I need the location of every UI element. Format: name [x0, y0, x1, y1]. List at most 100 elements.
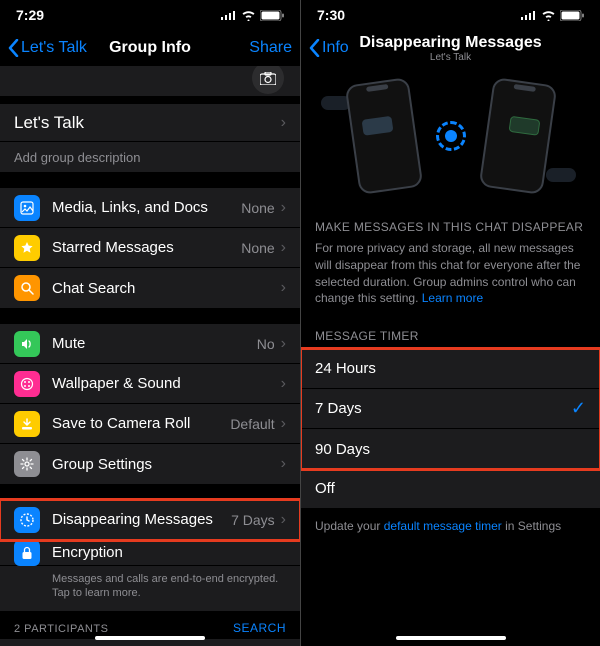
chevron-left-icon — [309, 39, 320, 57]
footer-note: Update your default message timer in Set… — [301, 509, 600, 543]
timer-option-7d[interactable]: 7 Days ✓ — [301, 389, 600, 429]
wifi-icon — [241, 10, 256, 21]
save-value: Default — [230, 416, 274, 432]
checkmark-icon: ✓ — [571, 398, 586, 419]
status-bar: 7:30 — [301, 0, 600, 30]
mute-cell[interactable]: Mute No › — [0, 324, 300, 364]
wallpaper-icon — [14, 371, 40, 397]
group-name-label: Let's Talk — [14, 113, 281, 133]
save-cell[interactable]: Save to Camera Roll Default › — [0, 404, 300, 444]
timer-option-24h[interactable]: 24 Hours — [301, 349, 600, 389]
media-value: None — [241, 200, 274, 216]
footer-post: in Settings — [502, 519, 561, 533]
timer-option-off[interactable]: Off — [301, 469, 600, 509]
status-icons — [521, 10, 584, 21]
group-desc-cell[interactable]: Add group description — [0, 142, 300, 172]
media-cell[interactable]: Media, Links, and Docs None › — [0, 188, 300, 228]
status-time: 7:29 — [16, 7, 44, 23]
disappearing-value: 7 Days — [231, 512, 275, 528]
timer-option-label: 24 Hours — [315, 360, 376, 377]
group-settings-label: Group Settings — [52, 456, 281, 473]
group-desc-placeholder: Add group description — [14, 150, 140, 165]
section-title: MAKE MESSAGES IN THIS CHAT DISAPPEAR — [301, 206, 600, 240]
chevron-right-icon: › — [281, 199, 286, 217]
timer-option-label: 7 Days — [315, 400, 362, 417]
footer-pre: Update your — [315, 519, 384, 533]
chevron-right-icon: › — [281, 511, 286, 529]
timer-option-label: 90 Days — [315, 441, 370, 458]
timer-icon — [14, 507, 40, 533]
nav-back-label: Let's Talk — [21, 39, 87, 57]
status-icons — [221, 10, 284, 21]
nav-back-button[interactable]: Info — [309, 39, 349, 57]
mute-label: Mute — [52, 335, 257, 352]
chevron-right-icon: › — [281, 114, 286, 132]
illustration — [301, 66, 600, 206]
gear-icon — [14, 451, 40, 477]
timer-options-group: 24 Hours 7 Days ✓ 90 Days — [301, 349, 600, 469]
download-icon — [14, 411, 40, 437]
scroll-area[interactable]: Let's Talk › Add group description Media… — [0, 66, 300, 646]
section-participants: 2 PARTICIPANTS SEARCH Add Participants — [0, 621, 300, 646]
participants-count: 2 PARTICIPANTS — [14, 623, 108, 635]
nav-back-label: Info — [322, 39, 349, 57]
disappearing-cell[interactable]: Disappearing Messages 7 Days › — [0, 500, 300, 540]
group-name-cell[interactable]: Let's Talk › — [0, 104, 300, 142]
wallpaper-cell[interactable]: Wallpaper & Sound › — [0, 364, 300, 404]
starred-cell[interactable]: Starred Messages None › — [0, 228, 300, 268]
search-cell[interactable]: Chat Search › — [0, 268, 300, 308]
encryption-hint: Messages and calls are end-to-end encryp… — [52, 572, 286, 601]
speaker-icon — [14, 331, 40, 357]
encryption-hint-cell: Messages and calls are end-to-end encryp… — [0, 566, 300, 611]
lock-icon — [14, 540, 40, 566]
encryption-label: Encryption — [52, 544, 286, 561]
star-icon — [14, 235, 40, 261]
nav-back-button[interactable]: Let's Talk — [8, 39, 87, 57]
starred-label: Starred Messages — [52, 239, 241, 256]
wifi-icon — [541, 10, 556, 21]
timer-ring-icon — [436, 121, 466, 151]
disappearing-label: Disappearing Messages — [52, 511, 231, 528]
camera-button[interactable] — [252, 66, 284, 94]
learn-more-link[interactable]: Learn more — [422, 291, 483, 305]
chevron-right-icon: › — [281, 279, 286, 297]
search-icon — [14, 275, 40, 301]
search-label: Chat Search — [52, 280, 281, 297]
timer-option-90d[interactable]: 90 Days — [301, 429, 600, 469]
group-photo-row — [0, 66, 300, 96]
camera-icon — [260, 72, 276, 85]
battery-icon — [560, 10, 584, 21]
section-settings: Mute No › Wallpaper & Sound › Save to Ca… — [0, 324, 300, 484]
media-label: Media, Links, and Docs — [52, 199, 241, 216]
wallpaper-label: Wallpaper & Sound — [52, 375, 281, 392]
section-groupname: Let's Talk › Add group description — [0, 104, 300, 172]
chevron-right-icon: › — [281, 239, 286, 257]
nav-share-button[interactable]: Share — [249, 39, 292, 57]
section-disappearing: Disappearing Messages 7 Days › Encryptio… — [0, 500, 300, 611]
starred-value: None — [241, 240, 274, 256]
encryption-cell[interactable]: Encryption — [0, 540, 300, 566]
default-timer-link[interactable]: default message timer — [384, 519, 502, 533]
chevron-right-icon: › — [281, 335, 286, 353]
section-body: For more privacy and storage, all new me… — [301, 240, 600, 307]
battery-icon — [260, 10, 284, 21]
chevron-right-icon: › — [281, 455, 286, 473]
phone-left: 7:29 Let's Talk Group Info Share Let's T… — [0, 0, 300, 646]
phone-right: 7:30 Info Disappearing Messages Let's Ta… — [300, 0, 600, 646]
home-indicator[interactable] — [95, 636, 205, 640]
signal-icon — [521, 10, 537, 20]
group-settings-cell[interactable]: Group Settings › — [0, 444, 300, 484]
cloud-icon — [546, 168, 576, 182]
timer-option-label: Off — [315, 480, 335, 497]
signal-icon — [221, 10, 237, 20]
home-indicator[interactable] — [396, 636, 506, 640]
status-bar: 7:29 — [0, 0, 300, 30]
chevron-right-icon: › — [281, 415, 286, 433]
nav-bar: Info Disappearing Messages Let's Talk — [301, 30, 600, 66]
scroll-area[interactable]: MAKE MESSAGES IN THIS CHAT DISAPPEAR For… — [301, 66, 600, 646]
chevron-left-icon — [8, 39, 19, 57]
media-icon — [14, 195, 40, 221]
mute-value: No — [257, 336, 275, 352]
participants-search-button[interactable]: SEARCH — [233, 621, 286, 635]
phone-illustration-left — [344, 77, 423, 195]
